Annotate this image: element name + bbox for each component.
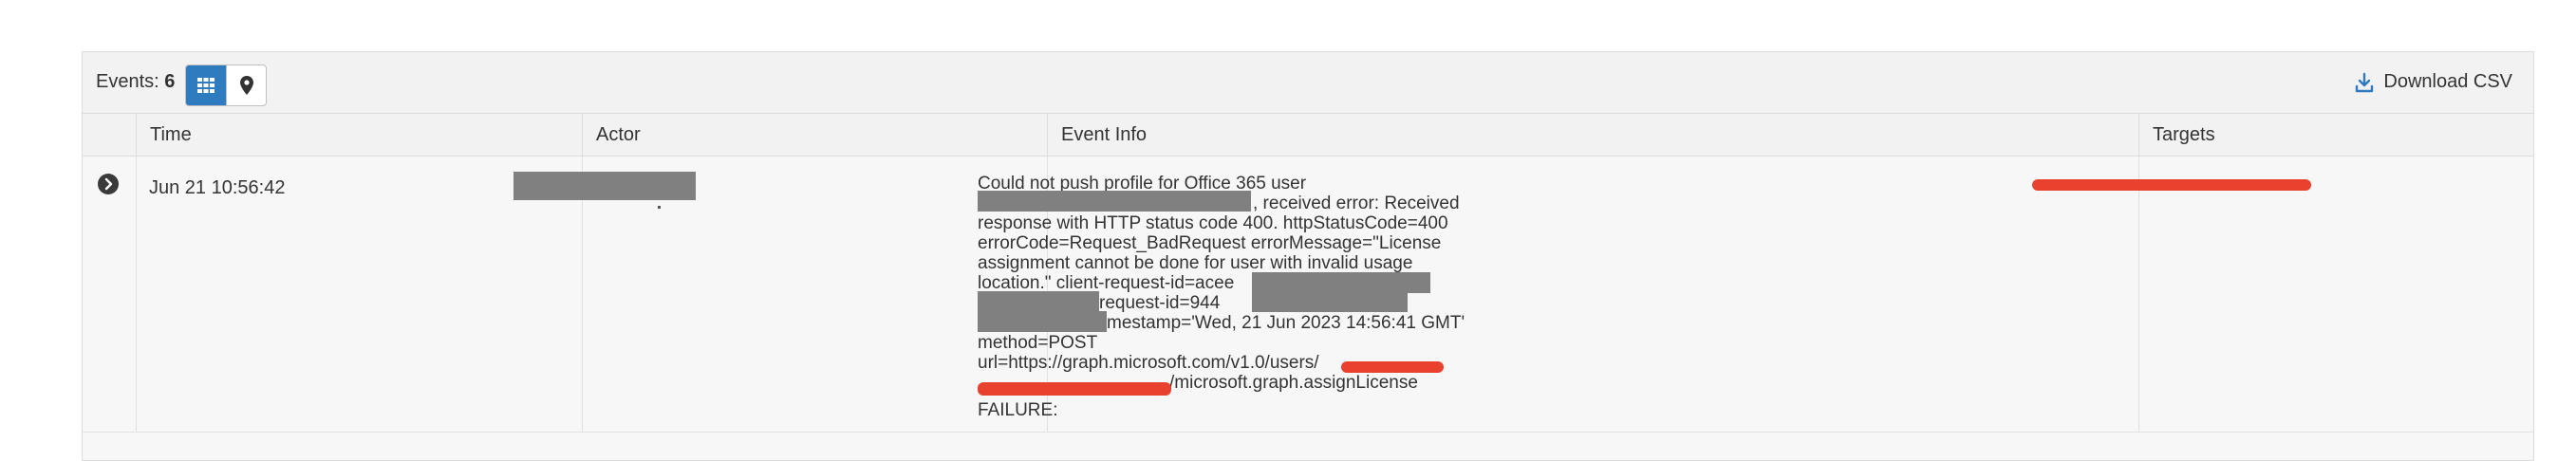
download-icon: [2356, 72, 2374, 92]
column-header-time[interactable]: Time: [136, 114, 582, 156]
event-time: Jun 21 10:56:42: [149, 177, 286, 198]
events-count-label: Events: 6: [96, 71, 175, 93]
expand-row-icon[interactable]: [98, 174, 119, 194]
events-toolbar: Events: 6 Download CSV: [83, 52, 2533, 114]
view-toggle: [185, 65, 267, 106]
event-info-redaction: [978, 291, 1099, 312]
map-pin-icon: [239, 76, 253, 95]
actor-dot: [658, 206, 661, 209]
events-count: 6: [164, 71, 176, 92]
event-info-line: response with HTTP status code 400. http…: [978, 213, 1448, 233]
actor-redaction: [513, 172, 696, 200]
targets-cell: [2138, 157, 2533, 432]
event-info-line: assignment cannot be done for user with …: [978, 253, 1413, 273]
event-info-redaction: [978, 311, 1107, 332]
event-info-redaction: [978, 191, 1251, 212]
targets-redaction-red: [2032, 179, 2311, 191]
column-header-event-info[interactable]: Event Info: [1047, 114, 2138, 156]
column-header-actor[interactable]: Actor: [582, 114, 1047, 156]
event-info-redaction: [1252, 291, 1408, 312]
download-csv-button[interactable]: Download CSV: [2355, 71, 2512, 93]
grid-icon: [197, 78, 215, 93]
event-status: FAILURE:: [978, 400, 1058, 420]
event-info-redaction-red: [1341, 361, 1444, 373]
events-panel: Events: 6 Download CSV Time Actor Event …: [82, 51, 2534, 461]
grid-view-button[interactable]: [186, 65, 226, 105]
column-header-expand: [83, 114, 136, 156]
event-info-redaction-red: [978, 382, 1171, 396]
events-label: Events:: [96, 71, 159, 92]
event-info-line: method=POST: [978, 333, 1098, 353]
column-header-targets[interactable]: Targets: [2138, 114, 2533, 156]
download-csv-label: Download CSV: [2383, 71, 2512, 92]
table-header: Time Actor Event Info Targets: [83, 114, 2533, 157]
map-view-button[interactable]: [226, 65, 266, 105]
table-row[interactable]: Jun 21 10:56:42 Could not push profile f…: [83, 157, 2533, 433]
event-info-line: errorCode=Request_BadRequest errorMessag…: [978, 233, 1442, 253]
event-info-redaction: [1252, 272, 1430, 293]
